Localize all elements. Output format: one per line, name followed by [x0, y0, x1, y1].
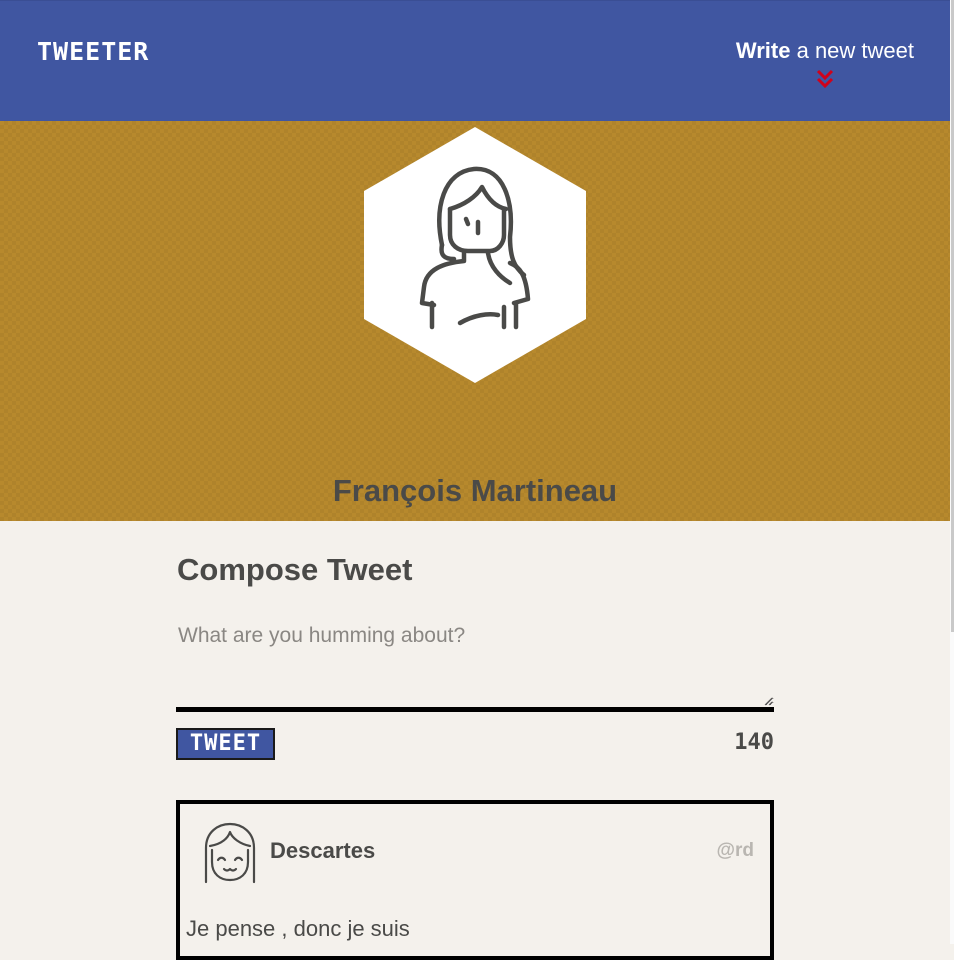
author-avatar-icon: [204, 822, 256, 884]
profile-name: François Martineau: [332, 472, 618, 508]
profile-avatar-icon: [364, 127, 586, 383]
top-nav: TWEETER Write a new tweet: [0, 0, 950, 121]
compose-title: Compose Tweet: [177, 552, 413, 587]
tweet-button[interactable]: TWEET: [176, 728, 275, 760]
character-counter: 140: [734, 730, 774, 755]
tweet-content: Je pense , donc je suis: [186, 916, 410, 941]
brand-logo[interactable]: TWEETER: [37, 37, 149, 66]
tweet-author-handle: @rd: [716, 840, 754, 861]
tweet-textarea[interactable]: [176, 620, 774, 706]
compose-link-text: a new tweet: [790, 38, 914, 63]
profile-header: François Martineau: [0, 121, 950, 521]
double-chevron-down-icon[interactable]: [816, 69, 834, 89]
write-new-tweet-link[interactable]: Write a new tweet: [736, 38, 914, 64]
resize-grip-icon[interactable]: [763, 696, 773, 706]
compose-link-strong: Write: [735, 38, 791, 63]
scrollbar[interactable]: [950, 0, 954, 944]
tweet-author-name: Descartes: [270, 838, 376, 863]
textarea-underline: [176, 707, 774, 712]
tweet-card: Descartes @rd Je pense , donc je suis: [176, 800, 774, 960]
